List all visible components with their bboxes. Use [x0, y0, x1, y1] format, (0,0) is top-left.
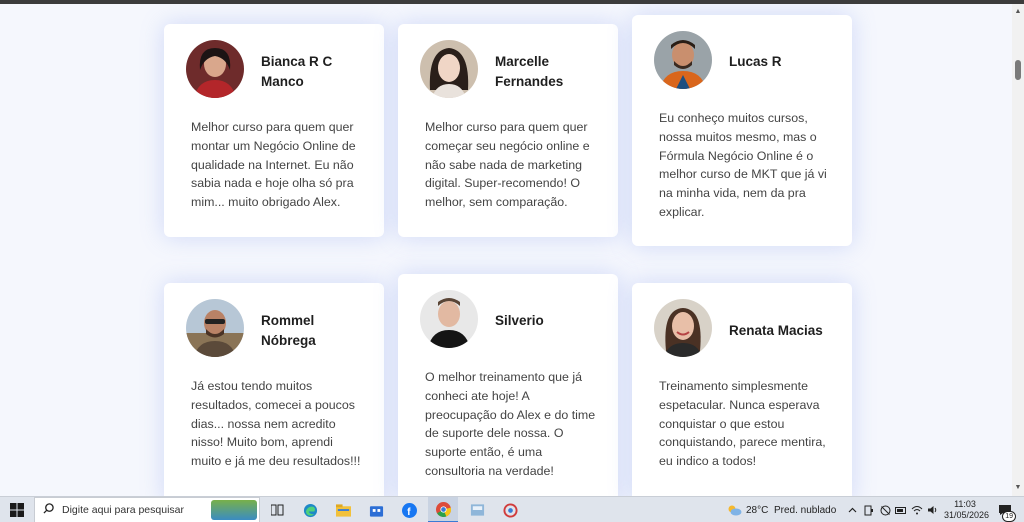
testimonial-card: Marcelle Fernandes Melhor curso para que… — [398, 24, 618, 237]
device-icon[interactable] — [862, 497, 876, 522]
clock-date: 31/05/2026 — [944, 510, 990, 520]
app-icon[interactable] — [462, 497, 492, 522]
windows-start-icon[interactable] — [0, 497, 34, 522]
testimonials-section: Bianca R C Manco Melhor curso para quem … — [0, 4, 1012, 496]
testimonial-quote: Melhor curso para quem quer começar seu … — [425, 120, 590, 210]
edge-icon[interactable] — [295, 497, 325, 522]
notification-count-badge: 19 — [1002, 511, 1016, 522]
testimonial-card: Lucas R Eu conheço muitos cursos, nossa … — [632, 15, 852, 246]
taskbar-search-input[interactable]: Digite aqui para pesquisar — [34, 497, 260, 522]
testimonial-name: Silverio — [495, 313, 544, 328]
file-explorer-icon[interactable] — [328, 497, 358, 522]
testimonial-quote: Treinamento simplesmente espetacular. Nu… — [659, 379, 826, 469]
network-off-icon[interactable] — [878, 497, 892, 522]
clock-time: 11:03 — [954, 499, 976, 509]
task-view-icon[interactable] — [262, 497, 292, 522]
avatar — [420, 40, 478, 98]
avatar — [420, 290, 478, 348]
testimonial-card: Bianca R C Manco Melhor curso para quem … — [164, 24, 384, 237]
testimonial-name: Rommel Nóbrega — [261, 313, 316, 348]
testimonial-name: Bianca R C Manco — [261, 54, 333, 89]
windows-taskbar: Digite aqui para pesquisar f 28°C Pred. … — [0, 496, 1024, 522]
facebook-icon[interactable]: f — [394, 497, 424, 522]
avatar — [186, 40, 244, 98]
avatar — [186, 299, 244, 357]
weather-icon[interactable] — [724, 497, 744, 522]
chevron-up-icon[interactable] — [845, 497, 859, 522]
testimonial-quote: Já estou tendo muitos resultados, comece… — [191, 379, 361, 469]
weather-description[interactable]: Pred. nublado — [774, 497, 836, 522]
scrollbar-thumb[interactable] — [1015, 60, 1021, 80]
testimonial-name: Marcelle Fernandes — [495, 54, 564, 89]
vertical-scrollbar[interactable]: ▲ ▼ — [1012, 4, 1024, 496]
testimonial-quote: O melhor treinamento que já conheci ate … — [425, 370, 596, 478]
volume-icon[interactable] — [926, 497, 940, 522]
store-icon[interactable] — [361, 497, 391, 522]
wifi-icon[interactable] — [910, 497, 924, 522]
avatar — [654, 299, 712, 357]
testimonial-name: Renata Macias — [729, 323, 823, 338]
testimonial-card: Silverio O melhor treinamento que já con… — [398, 274, 618, 496]
search-placeholder: Digite aqui para pesquisar — [62, 504, 184, 516]
clock[interactable]: 11:03 31/05/2026 — [944, 499, 990, 521]
svg-text:f: f — [407, 507, 411, 518]
testimonial-card: Rommel Nóbrega Já estou tendo muitos res… — [164, 283, 384, 496]
scroll-up-icon[interactable]: ▲ — [1012, 6, 1024, 18]
testimonial-name: Lucas R — [729, 54, 782, 69]
battery-icon[interactable] — [894, 497, 908, 522]
search-icon — [43, 503, 54, 517]
testimonial-card: Renata Macias Treinamento simplesmente e… — [632, 283, 852, 496]
testimonial-quote: Eu conheço muitos cursos, nossa muitos m… — [659, 111, 827, 219]
testimonial-quote: Melhor curso para quem quer montar um Ne… — [191, 120, 356, 210]
scroll-down-icon[interactable]: ▼ — [1012, 482, 1024, 494]
weather-temperature[interactable]: 28°C — [746, 497, 768, 522]
avatar — [654, 31, 712, 89]
chrome-icon[interactable] — [428, 497, 458, 522]
search-highlight-image — [211, 500, 257, 520]
app-icon-2[interactable] — [495, 497, 525, 522]
notification-center-icon[interactable]: 19 — [994, 497, 1016, 522]
